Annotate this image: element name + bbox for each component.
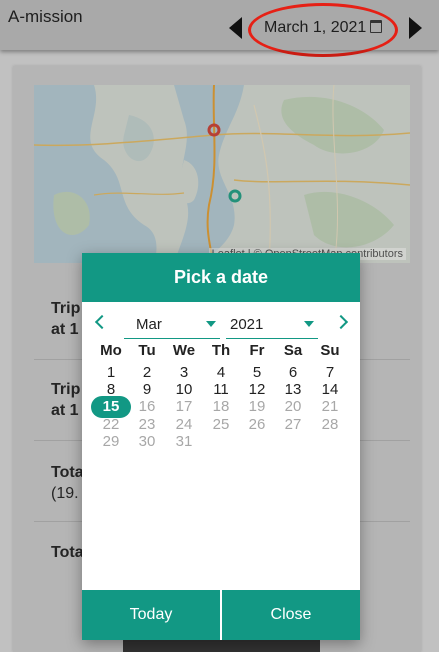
weekday-label: Tu (138, 342, 156, 359)
list-item-sub: at 1 (51, 402, 79, 419)
day-cell[interactable]: 26 (239, 416, 275, 434)
weekday-label: Th (211, 342, 231, 359)
calendar-icon (370, 20, 383, 33)
list-item-label: Trip (51, 381, 81, 398)
list-item: Tota (19. (51, 462, 84, 504)
chevron-left-icon[interactable] (229, 17, 242, 39)
list-item: Tota (51, 542, 84, 563)
day-cell[interactable]: 29 (93, 433, 129, 451)
weekday-label: Sa (283, 342, 303, 359)
list-item-sub: at 1 (51, 321, 79, 338)
day-cell[interactable]: 1 (93, 364, 129, 382)
next-month-icon[interactable] (333, 314, 349, 330)
date-display-label: March 1, 2021 (264, 19, 367, 36)
day-cell[interactable]: 30 (129, 433, 165, 451)
chevron-right-icon[interactable] (409, 17, 422, 39)
day-cell[interactable]: 9 (129, 381, 165, 399)
caret-down-icon (206, 321, 216, 327)
top-bar: A-mission March 1, 2021 (0, 0, 439, 50)
day-cell[interactable]: 22 (93, 416, 129, 434)
day-cell[interactable]: 13 (275, 381, 311, 399)
day-cell[interactable]: 3 (166, 364, 202, 382)
day-cell[interactable]: 2 (129, 364, 165, 382)
list-item-label: Trip (51, 300, 81, 317)
map-graphic (34, 85, 410, 263)
month-value: Mar (136, 316, 162, 333)
day-cell[interactable]: 7 (312, 364, 348, 382)
day-cell[interactable]: 11 (203, 381, 239, 399)
year-select[interactable]: 2021 (226, 314, 318, 339)
weekday-label: Mo (100, 342, 122, 359)
weekday-label: Su (320, 342, 340, 359)
day-cell[interactable]: 25 (203, 416, 239, 434)
day-cell[interactable]: 18 (203, 398, 239, 416)
map[interactable]: Leaflet | © OpenStreetMap contributors (34, 85, 410, 263)
list-item-label: Tota (51, 464, 84, 481)
month-select[interactable]: Mar (124, 314, 220, 339)
day-cell[interactable]: 28 (312, 416, 348, 434)
day-cell[interactable]: 6 (275, 364, 311, 382)
list-item: Trip at 1 (51, 379, 80, 421)
day-cell[interactable]: 14 (312, 381, 348, 399)
list-item-sub: (19. (51, 485, 79, 502)
app-title: A-mission (8, 7, 83, 26)
date-picker: Pick a date Mar 2021 Mo Tu We Th Fr Sa S… (82, 253, 360, 640)
day-cell[interactable]: 10 (166, 381, 202, 399)
weekday-label: Fr (249, 342, 265, 359)
day-cell[interactable]: 31 (166, 433, 202, 451)
day-cell[interactable]: 12 (239, 381, 275, 399)
day-cell[interactable]: 5 (239, 364, 275, 382)
today-button[interactable]: Today (82, 590, 220, 640)
year-value: 2021 (230, 316, 264, 333)
prev-month-icon[interactable] (94, 314, 110, 330)
day-cell[interactable]: 24 (166, 416, 202, 434)
day-cell[interactable]: 19 (239, 398, 275, 416)
day-cell[interactable]: 27 (275, 416, 311, 434)
list-item: Trip at 1 (51, 298, 80, 340)
day-cell-selected[interactable]: 15 (91, 396, 131, 418)
close-button[interactable]: Close (222, 590, 360, 640)
list-item-label: Tota (51, 544, 84, 561)
day-cell[interactable]: 20 (275, 398, 311, 416)
day-cell[interactable]: 4 (203, 364, 239, 382)
picker-title: Pick a date (82, 253, 360, 302)
day-cell[interactable]: 23 (129, 416, 165, 434)
day-cell[interactable]: 16 (129, 398, 165, 416)
day-cell[interactable]: 21 (312, 398, 348, 416)
caret-down-icon (304, 321, 314, 327)
bottom-bar (123, 640, 320, 652)
day-cell[interactable]: 17 (166, 398, 202, 416)
weekday-label: We (172, 342, 196, 359)
date-display-button[interactable]: March 1, 2021 (264, 19, 383, 37)
